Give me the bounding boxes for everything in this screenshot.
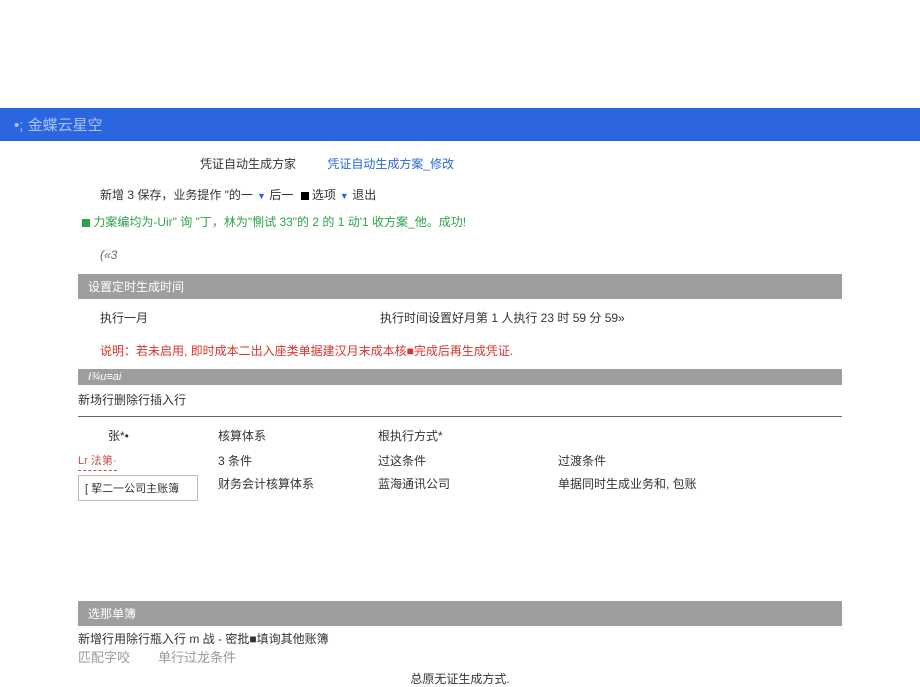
table-head: 张*• 核算体系 根执行方式* bbox=[78, 423, 842, 452]
exec-row: 执行一月 执行时间设置好月第 1 人执行 23 时 59 分 59» bbox=[100, 309, 842, 326]
table: 张*• 核算体系 根执行方式* Lr 法第· [ 挈二一公司主账簿 3 条件 财… bbox=[0, 417, 920, 501]
exec-time[interactable]: 执行时间设置好月第 1 人执行 23 时 59 分 59» bbox=[380, 309, 842, 326]
toolbar-new-save[interactable]: 新增 3 保存，业务提作 "的一 bbox=[100, 186, 253, 203]
section-sub-header: I¾u≡ai bbox=[78, 369, 842, 385]
company-box[interactable]: [ 挈二一公司主账簿 bbox=[78, 475, 198, 501]
row-actions[interactable]: 新场行删除行插入行 bbox=[0, 385, 920, 414]
breadcrumb: 凭证自动生成方家 凭证自动生成方案_修改 bbox=[0, 141, 920, 184]
match-field[interactable]: 匹配字咬 bbox=[78, 647, 130, 666]
status-text: 力案编均为-Uir" 询 "丁，林为"惻试 33"的 2 的 1 动'1 收方案… bbox=[93, 215, 466, 229]
dropdown-icon[interactable]: ▼ bbox=[340, 191, 349, 201]
th-exec: 根执行方式* bbox=[378, 427, 558, 444]
cell-cond-count: 3 条件 bbox=[218, 452, 378, 469]
footer-row: 匹配字咬 单行过龙条件 bbox=[0, 647, 920, 666]
square-icon bbox=[301, 192, 309, 200]
status-icon bbox=[82, 219, 90, 227]
status-message: 力案编均为-Uir" 询 "丁，林为"惻试 33"的 2 的 1 动'1 收方案… bbox=[0, 211, 920, 230]
exec-month[interactable]: 执行一月 bbox=[100, 309, 380, 326]
cell-acct-system: 财务会计核算体系 bbox=[218, 475, 378, 492]
cell-gen-mode: 单据同时生成业务和, 包账 bbox=[558, 475, 738, 492]
brand-header: •; 金蝶云星空 bbox=[0, 108, 920, 141]
ledger-link[interactable]: Lr 法第· bbox=[78, 452, 117, 471]
brand-text: •; 金蝶云星空 bbox=[14, 117, 103, 134]
section-select-header: 选那单簿 bbox=[78, 601, 842, 626]
cell-pass-cond: 过这条件 bbox=[378, 452, 558, 469]
toolbar-next[interactable]: 后一 bbox=[269, 186, 293, 203]
breadcrumb-current: 凭证自动生成方家 bbox=[200, 157, 296, 171]
toolbar-options[interactable]: 选项 bbox=[312, 186, 336, 203]
toolbar: 新增 3 保存，业务提作 "的一 ▼ 后一 选项 ▼ 退出 bbox=[0, 184, 920, 211]
footer-center: 总原无证生成方式. bbox=[0, 666, 920, 687]
cell-trans-cond: 过渡条件 bbox=[558, 452, 738, 469]
breadcrumb-link[interactable]: 凭证自动生成方案_修改 bbox=[327, 157, 454, 171]
misc-line: («3 bbox=[0, 230, 920, 274]
cell-company: 蓝海通讯公司 bbox=[378, 475, 558, 492]
toolbar-exit[interactable]: 退出 bbox=[352, 186, 376, 203]
th-system: 核算体系 bbox=[218, 427, 378, 444]
section-timer-header: 设置定时生成时间 bbox=[78, 274, 842, 299]
table-row: Lr 法第· [ 挈二一公司主账簿 3 条件 财务会计核算体系 过这条件 蓝海通… bbox=[78, 452, 842, 501]
th-ledger: 张*• bbox=[78, 427, 218, 444]
footer-actions[interactable]: 新增行用除行瓶入行 m 战 - 密批■填询其他账簿 bbox=[0, 626, 920, 647]
dropdown-icon[interactable]: ▼ bbox=[257, 191, 266, 201]
warning-note: 说明：若未启用, 即时成本二出入座类单据建汉月末成本核■完成后再生成凭证. bbox=[0, 334, 920, 369]
filter-cond[interactable]: 单行过龙条件 bbox=[158, 647, 236, 666]
